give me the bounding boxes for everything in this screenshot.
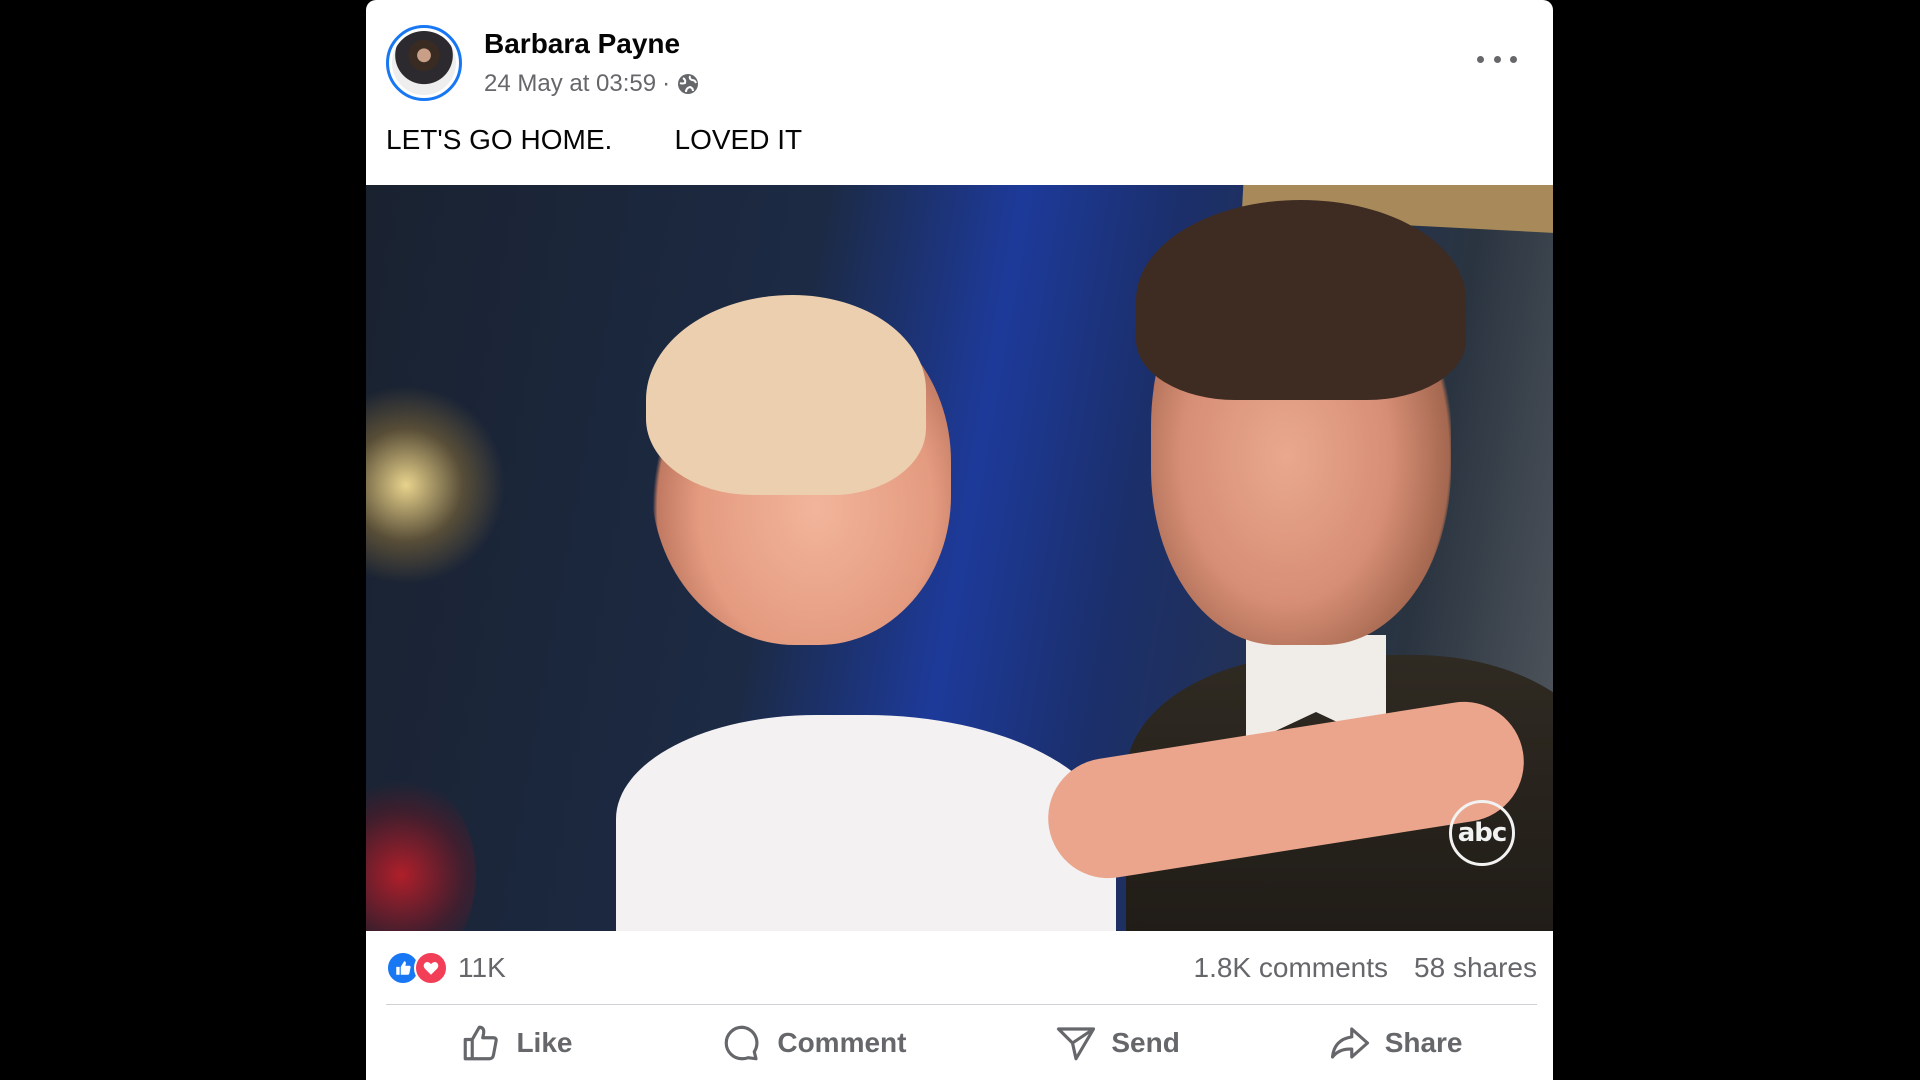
post-photo[interactable]: abc xyxy=(366,185,1553,931)
post-header: Barbara Payne 24 May at 03:59 · LET'S GO… xyxy=(366,0,1553,185)
post-stats: 11K 1.8K comments 58 shares xyxy=(386,931,1537,1005)
comment-label: Comment xyxy=(777,1026,907,1058)
shares-count-link[interactable]: 58 shares xyxy=(1414,952,1537,984)
globe-icon[interactable] xyxy=(676,72,700,96)
red-blur xyxy=(366,775,476,931)
boy-shirt xyxy=(616,715,1116,931)
avatar[interactable] xyxy=(386,25,462,101)
comments-count-link[interactable]: 1.8K comments xyxy=(1194,952,1389,984)
send-button[interactable]: Send xyxy=(1055,1022,1180,1064)
thumbs-up-icon xyxy=(464,1025,499,1060)
man-hair xyxy=(1136,200,1466,400)
post-actions: Like Comment Send Share xyxy=(386,1005,1537,1080)
send-label: Send xyxy=(1111,1026,1180,1058)
like-label: Like xyxy=(516,1026,573,1058)
share-button[interactable]: Share xyxy=(1329,1022,1463,1064)
facebook-post: Barbara Payne 24 May at 03:59 · LET'S GO… xyxy=(366,0,1553,1080)
light-glare xyxy=(366,385,506,585)
avatar-image xyxy=(392,31,456,95)
share-label: Share xyxy=(1384,1026,1463,1058)
post-meta: 24 May at 03:59 · xyxy=(484,70,700,98)
reaction-count: 11K xyxy=(458,951,506,983)
author-name[interactable]: Barbara Payne xyxy=(484,28,680,60)
more-options-icon[interactable] xyxy=(1477,44,1517,74)
send-icon xyxy=(1057,1026,1096,1060)
share-icon xyxy=(1330,1026,1369,1059)
love-reaction-icon xyxy=(414,950,448,985)
comment-icon xyxy=(725,1025,759,1060)
abc-logo-watermark: abc xyxy=(1449,800,1515,866)
boy-hair xyxy=(646,295,926,495)
post-caption: LET'S GO HOME. LOVED IT xyxy=(386,124,803,155)
like-button[interactable]: Like xyxy=(460,1022,572,1064)
post-timestamp[interactable]: 24 May at 03:59 xyxy=(484,70,656,98)
meta-separator: · xyxy=(662,70,671,97)
comment-button[interactable]: Comment xyxy=(721,1022,906,1064)
engagement-counts: 1.8K comments 58 shares xyxy=(1194,952,1538,984)
reactions-summary[interactable]: 11K xyxy=(386,950,506,985)
